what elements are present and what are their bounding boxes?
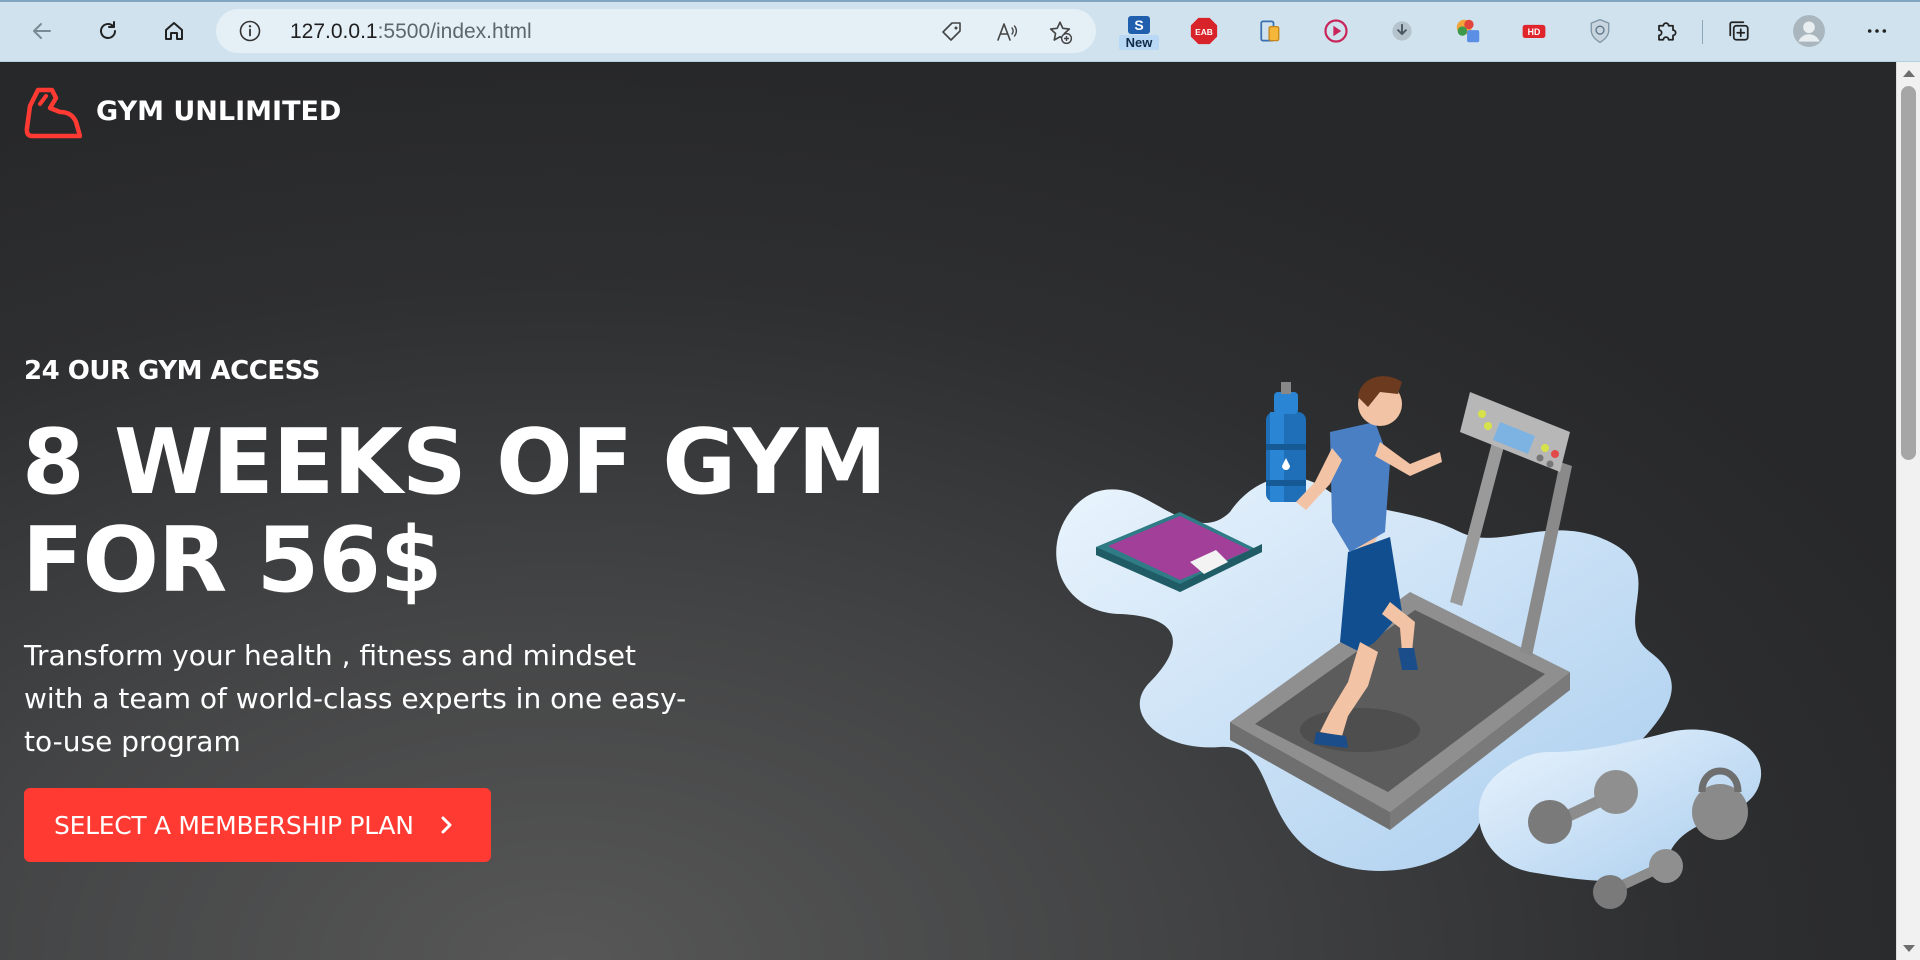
address-bar[interactable]: 127.0.0.1:5500/index.html [216,9,1096,53]
info-icon[interactable] [238,19,262,43]
vertical-scrollbar[interactable] [1896,62,1920,960]
cta-label: SELECT A MEMBERSHIP PLAN [54,810,414,840]
extension-devices[interactable] [1253,14,1287,48]
refresh-icon [100,21,116,39]
play-circle-icon [1324,19,1348,43]
more-button[interactable] [1860,14,1894,48]
tag-icon[interactable] [938,18,966,46]
stop-sign-icon: EAB [1190,17,1218,45]
url-host: 127.0.0.1 [290,20,378,43]
flexed-arm-logo-icon [24,87,82,139]
devices-icon [1260,20,1280,42]
extension-eab[interactable]: EAB [1187,14,1221,48]
hero-headline: 8 WEEKS OF GYM FOR 56$ [22,414,922,610]
favorite-add-icon[interactable] [1046,18,1074,46]
extension-hd[interactable]: HD [1517,14,1551,48]
home-button[interactable] [154,11,194,51]
scroll-down-arrow-icon[interactable] [1903,945,1915,952]
profile-icon [1793,15,1825,47]
extension-hd-label: HD [1528,27,1541,37]
extension-shield[interactable] [1583,14,1617,48]
toolbar-divider [1702,20,1703,44]
brand-name: GYM UNLIMITED [96,95,342,127]
shield-icon [1590,18,1610,44]
profile-button[interactable] [1792,14,1826,48]
eyebrow-text: 24 OUR GYM ACCESS [24,356,320,386]
hero-headline-line2: FOR 56$ [22,508,442,613]
more-icon [1867,29,1887,33]
extension-colorful[interactable] [1451,14,1485,48]
extension-new-label: New [1119,35,1159,50]
download-icon [1392,21,1412,41]
brand[interactable]: GYM UNLIMITED [24,82,341,140]
refresh-button[interactable] [88,11,128,51]
back-arrow-icon [33,23,51,39]
hero-headline-line1: 8 WEEKS OF GYM [22,410,887,515]
color-picker-icon [1456,19,1480,43]
puzzle-icon [1658,22,1677,41]
read-aloud-icon[interactable] [992,18,1020,46]
extension-eab-label: EAB [1195,27,1213,37]
collections-button[interactable] [1722,14,1756,48]
collections-icon [1729,21,1749,41]
url-path: :5500/index.html [377,20,532,43]
select-membership-plan-button[interactable]: SELECT A MEMBERSHIP PLAN [24,788,491,862]
back-button[interactable] [22,11,62,51]
tab-strip-edge [0,0,1920,2]
extension-video[interactable] [1319,14,1353,48]
water-bottle [1266,382,1306,502]
page-viewport: GYM UNLIMITED 24 OUR GYM ACCESS 8 WEEKS … [0,62,1896,960]
hero-subtext: Transform your health , fitness and mind… [24,639,687,758]
url-text[interactable]: 127.0.0.1:5500/index.html [290,20,532,44]
extension-download[interactable] [1385,14,1419,48]
treadmill-runner-illustration [1056,376,1762,909]
browser-toolbar: 127.0.0.1:5500/index.html S New EAB HD [0,0,1920,62]
extension-new[interactable]: S New [1119,16,1159,52]
chevron-right-icon [441,816,452,834]
extension-new-letter: S [1128,16,1150,34]
scroll-thumb[interactable] [1901,86,1916,460]
scroll-up-arrow-icon[interactable] [1903,70,1915,77]
extensions-button[interactable] [1649,14,1683,48]
home-icon [165,22,183,40]
hd-icon: HD [1522,24,1546,38]
